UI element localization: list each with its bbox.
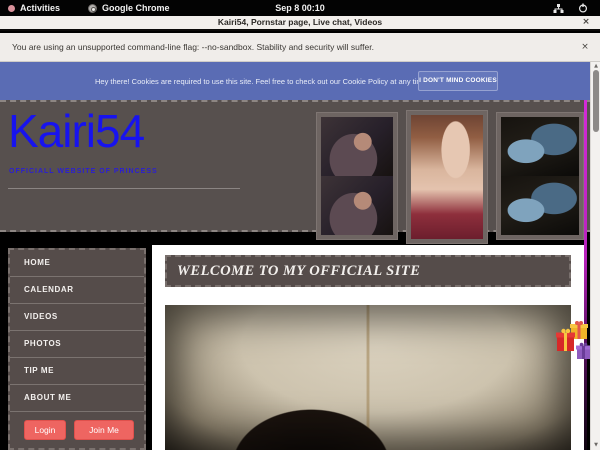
site-content: Kairi54 OFFICIALL WEBSITE OF PRINCESS HO… <box>0 100 590 450</box>
cookie-accept-button[interactable]: I DON'T MIND COOKIES <box>418 71 498 91</box>
hero-photo[interactable] <box>165 305 571 450</box>
header-divider <box>8 188 240 189</box>
photo-thumbnail-2[interactable] <box>406 110 488 244</box>
tab-close-icon[interactable]: × <box>581 17 591 27</box>
network-indicator[interactable] <box>553 0 564 16</box>
thumbnail-photo <box>411 115 483 239</box>
scrollbar[interactable]: ▲ ▼ <box>590 62 600 450</box>
site-title[interactable]: Kairi54 <box>8 104 144 158</box>
sidebar-item-tip-me[interactable]: TIP ME <box>10 358 144 385</box>
infobar-close-icon[interactable]: × <box>580 42 590 52</box>
welcome-heading: WELCOME TO MY OFFICIAL SITE <box>165 255 571 287</box>
auth-buttons: Login Join Me <box>10 420 148 440</box>
clock[interactable]: Sep 8 00:10 <box>0 0 600 16</box>
sidebar-item-home[interactable]: HOME <box>10 250 144 277</box>
infobar-message: You are using an unsupported command-lin… <box>12 42 374 52</box>
thumbnail-photo <box>321 117 393 176</box>
browser-tab-bar: Kairi54, Pornstar page, Live chat, Video… <box>0 16 600 31</box>
desktop: Activities Google Chrome Sep 8 00:10 Kai… <box>0 0 600 450</box>
join-button[interactable]: Join Me <box>74 420 134 440</box>
gnome-top-bar: Activities Google Chrome Sep 8 00:10 <box>0 0 600 16</box>
login-button[interactable]: Login <box>24 420 66 440</box>
sidebar-item-calendar[interactable]: CALENDAR <box>10 277 144 304</box>
site-tagline: OFFICIALL WEBSITE OF PRINCESS <box>9 168 158 175</box>
power-menu[interactable] <box>578 0 588 16</box>
scrollbar-thumb[interactable] <box>593 70 599 132</box>
sidebar-item-videos[interactable]: VIDEOS <box>10 304 144 331</box>
sidebar-item-about-me[interactable]: ABOUT ME <box>10 385 144 412</box>
cookie-message: Hey there! Cookies are required to use t… <box>95 77 429 86</box>
main-panel: WELCOME TO MY OFFICIAL SITE <box>152 245 584 450</box>
gift-widget[interactable] <box>555 320 595 368</box>
thumbnail-photo <box>501 176 579 235</box>
sidebar-item-photos[interactable]: PHOTOS <box>10 331 144 358</box>
thumbnail-photo <box>501 117 579 176</box>
photo-thumbnail-1[interactable] <box>316 112 398 240</box>
cookie-banner: Hey there! Cookies are required to use t… <box>0 62 590 100</box>
scroll-down-icon[interactable]: ▼ <box>591 442 600 448</box>
tab-title[interactable]: Kairi54, Pornstar page, Live chat, Video… <box>0 17 600 27</box>
gift-icon <box>555 320 595 368</box>
chrome-infobar: You are using an unsupported command-lin… <box>0 33 600 62</box>
accent-line <box>584 100 587 450</box>
thumbnail-photo <box>321 176 393 235</box>
site-header: Kairi54 OFFICIALL WEBSITE OF PRINCESS <box>0 100 590 232</box>
scroll-up-icon[interactable]: ▲ <box>591 63 600 69</box>
network-icon <box>553 3 564 14</box>
sidebar-nav: HOME CALENDAR VIDEOS PHOTOS TIP ME ABOUT… <box>8 248 146 450</box>
photo-thumbnail-3[interactable] <box>496 112 584 240</box>
power-icon <box>578 3 588 13</box>
